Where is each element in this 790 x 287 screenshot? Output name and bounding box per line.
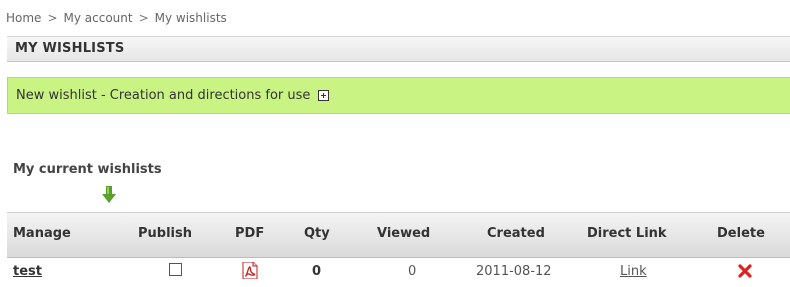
column-header-viewed: Viewed (377, 226, 431, 241)
wishlist-qty: 0 (312, 264, 322, 279)
column-header-publish: Publish (138, 226, 192, 241)
breadcrumb-current: My wishlists (154, 11, 227, 25)
page-title: MY WISHLISTS (15, 41, 125, 56)
breadcrumb-separator: > (138, 11, 149, 25)
breadcrumb-home-link[interactable]: Home (6, 11, 41, 25)
breadcrumb: Home > My account > My wishlists (6, 11, 227, 25)
column-header-pdf: PDF (235, 226, 265, 241)
page-title-bar: MY WISHLISTS (7, 36, 790, 62)
plus-box-icon[interactable] (318, 90, 330, 101)
section-title: My current wishlists (13, 162, 162, 177)
column-header-direct-link: Direct Link (587, 226, 667, 241)
new-wishlist-toggle[interactable]: New wishlist - Creation and directions f… (7, 77, 790, 114)
down-arrow-icon (102, 186, 116, 203)
red-x-icon[interactable] (738, 264, 752, 278)
wishlist-name-link[interactable]: test (13, 264, 42, 279)
breadcrumb-my-account-link[interactable]: My account (64, 11, 133, 25)
wishlist-created-date: 2011-08-12 (476, 264, 552, 279)
breadcrumb-separator: > (47, 11, 58, 25)
publish-checkbox[interactable] (169, 263, 182, 276)
pdf-file-icon[interactable] (242, 262, 258, 279)
column-header-delete: Delete (717, 226, 765, 241)
direct-link[interactable]: Link (620, 264, 647, 279)
column-header-created: Created (487, 226, 545, 241)
new-wishlist-label: New wishlist - Creation and directions f… (16, 88, 311, 103)
column-header-qty: Qty (304, 226, 330, 241)
wishlist-viewed: 0 (408, 264, 417, 279)
column-header-manage: Manage (13, 226, 71, 241)
